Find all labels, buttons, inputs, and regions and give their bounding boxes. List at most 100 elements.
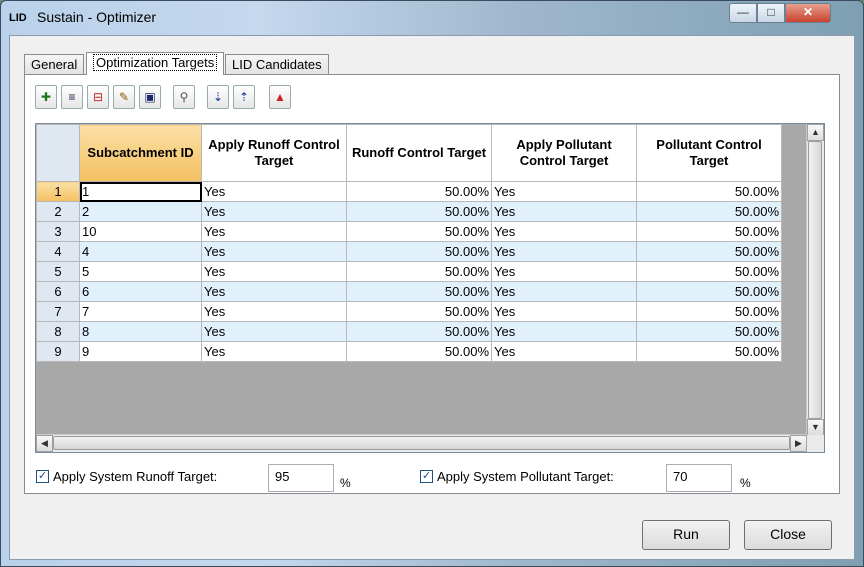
title-bar[interactable]: LID Sustain - Optimizer — □ ✕ bbox=[1, 1, 863, 35]
apply-pollutant-cell[interactable]: Yes bbox=[491, 321, 637, 342]
close-window-button[interactable]: ✕ bbox=[785, 3, 831, 23]
runoff-target-cell[interactable]: 50.00% bbox=[346, 281, 492, 302]
table-row[interactable]: 4 4 Yes 50.00% Yes 50.00% bbox=[36, 241, 782, 262]
apply-pollutant-cell[interactable]: Yes bbox=[491, 201, 637, 222]
table-row[interactable]: 7 7 Yes 50.00% Yes 50.00% bbox=[36, 301, 782, 322]
row-number[interactable]: 7 bbox=[36, 301, 80, 322]
apply-pollutant-cell[interactable]: Yes bbox=[491, 281, 637, 302]
table-row[interactable]: 9 9 Yes 50.00% Yes 50.00% bbox=[36, 341, 782, 362]
pollutant-target-cell[interactable]: 50.00% bbox=[636, 301, 782, 322]
runoff-target-cell[interactable]: 50.00% bbox=[346, 261, 492, 282]
subcatchment-id-cell[interactable]: 8 bbox=[79, 321, 202, 342]
pollutant-target-cell[interactable]: 50.00% bbox=[636, 341, 782, 362]
scroll-left-button[interactable]: ◀ bbox=[36, 435, 53, 452]
col-subcatchment-id[interactable]: Subcatchment ID bbox=[79, 124, 202, 182]
apply-pollutant-cell[interactable]: Yes bbox=[491, 221, 637, 242]
system-runoff-checkbox[interactable]: ✓ bbox=[36, 470, 49, 483]
apply-runoff-cell[interactable]: Yes bbox=[201, 221, 347, 242]
vertical-scrollbar[interactable]: ▲ ▼ bbox=[806, 124, 824, 436]
runoff-target-cell[interactable]: 50.00% bbox=[346, 301, 492, 322]
tab-general[interactable]: General bbox=[24, 54, 85, 74]
maximize-button[interactable]: □ bbox=[757, 3, 785, 23]
pollutant-target-cell[interactable]: 50.00% bbox=[636, 261, 782, 282]
subcatchment-id-cell[interactable]: 6 bbox=[79, 281, 202, 302]
runoff-target-cell[interactable]: 50.00% bbox=[346, 241, 492, 262]
add-row-button[interactable]: ✚ bbox=[35, 85, 57, 109]
apply-runoff-cell[interactable]: Yes bbox=[201, 281, 347, 302]
table-row[interactable]: 6 6 Yes 50.00% Yes 50.00% bbox=[36, 281, 782, 302]
subcatchment-id-cell[interactable]: 4 bbox=[79, 241, 202, 262]
apply-runoff-cell[interactable]: Yes bbox=[201, 261, 347, 282]
apply-runoff-cell[interactable]: Yes bbox=[201, 341, 347, 362]
system-runoff-input[interactable]: 95 bbox=[268, 464, 334, 492]
system-pollutant-input[interactable]: 70 bbox=[666, 464, 732, 492]
subcatchment-id-cell[interactable]: 10 bbox=[79, 221, 202, 242]
table-row[interactable]: 3 10 Yes 50.00% Yes 50.00% bbox=[36, 221, 782, 242]
minimize-button[interactable]: — bbox=[729, 3, 757, 23]
sort-ascending-button[interactable]: ⇣ bbox=[207, 85, 229, 109]
runoff-target-cell[interactable]: 50.00% bbox=[346, 221, 492, 242]
system-pollutant-checkbox[interactable]: ✓ bbox=[420, 470, 433, 483]
row-number[interactable]: 2 bbox=[36, 201, 80, 222]
apply-pollutant-cell[interactable]: Yes bbox=[491, 341, 637, 362]
runoff-target-cell[interactable]: 50.00% bbox=[346, 341, 492, 362]
col-apply-pollutant[interactable]: Apply Pollutant Control Target bbox=[491, 124, 637, 182]
sort-descending-button[interactable]: ⇡ bbox=[233, 85, 255, 109]
pollutant-target-cell[interactable]: 50.00% bbox=[636, 201, 782, 222]
system-runoff-option[interactable]: ✓ Apply System Runoff Target: bbox=[36, 469, 217, 484]
apply-runoff-cell[interactable]: Yes bbox=[201, 201, 347, 222]
horizontal-scrollbar[interactable]: ◀ ▶ bbox=[36, 434, 807, 452]
pollutant-target-cell[interactable]: 50.00% bbox=[636, 281, 782, 302]
search-button[interactable]: ⚲ bbox=[173, 85, 195, 109]
row-number[interactable]: 1 bbox=[36, 181, 80, 202]
pollutant-target-cell[interactable]: 50.00% bbox=[636, 181, 782, 202]
col-pollutant-target[interactable]: Pollutant Control Target bbox=[636, 124, 782, 182]
table-row[interactable]: 2 2 Yes 50.00% Yes 50.00% bbox=[36, 201, 782, 222]
subcatchment-id-cell[interactable]: 2 bbox=[79, 201, 202, 222]
apply-runoff-cell[interactable]: Yes bbox=[201, 241, 347, 262]
close-button[interactable]: Close bbox=[744, 520, 832, 550]
save-button[interactable]: ▣ bbox=[139, 85, 161, 109]
system-pollutant-option[interactable]: ✓ Apply System Pollutant Target: bbox=[420, 469, 614, 484]
table-row[interactable]: 1 1 Yes 50.00% Yes 50.00% bbox=[36, 181, 782, 202]
insert-row-button[interactable]: ≡ bbox=[61, 85, 83, 109]
delete-row-button[interactable]: ⊟ bbox=[87, 85, 109, 109]
subcatchment-id-cell[interactable]: 9 bbox=[79, 341, 202, 362]
subcatchment-id-cell[interactable]: 1 bbox=[79, 181, 202, 202]
select-all-corner[interactable] bbox=[36, 124, 80, 182]
apply-pollutant-cell[interactable]: Yes bbox=[491, 261, 637, 282]
row-number[interactable]: 6 bbox=[36, 281, 80, 302]
scroll-right-button[interactable]: ▶ bbox=[790, 435, 807, 452]
chart-button[interactable]: ▲ bbox=[269, 85, 291, 109]
apply-runoff-cell[interactable]: Yes bbox=[201, 301, 347, 322]
horizontal-scroll-thumb[interactable] bbox=[53, 436, 790, 450]
edit-row-button[interactable]: ✎ bbox=[113, 85, 135, 109]
runoff-target-cell[interactable]: 50.00% bbox=[346, 181, 492, 202]
apply-pollutant-cell[interactable]: Yes bbox=[491, 301, 637, 322]
col-runoff-target[interactable]: Runoff Control Target bbox=[346, 124, 492, 182]
row-number[interactable]: 3 bbox=[36, 221, 80, 242]
subcatchment-id-cell[interactable]: 7 bbox=[79, 301, 202, 322]
subcatchment-id-cell[interactable]: 5 bbox=[79, 261, 202, 282]
apply-pollutant-cell[interactable]: Yes bbox=[491, 181, 637, 202]
apply-runoff-cell[interactable]: Yes bbox=[201, 181, 347, 202]
apply-runoff-cell[interactable]: Yes bbox=[201, 321, 347, 342]
row-number[interactable]: 9 bbox=[36, 341, 80, 362]
scroll-down-button[interactable]: ▼ bbox=[807, 419, 824, 436]
runoff-target-cell[interactable]: 50.00% bbox=[346, 321, 492, 342]
vertical-scroll-thumb[interactable] bbox=[808, 141, 822, 419]
row-number[interactable]: 4 bbox=[36, 241, 80, 262]
col-apply-runoff[interactable]: Apply Runoff Control Target bbox=[201, 124, 347, 182]
apply-pollutant-cell[interactable]: Yes bbox=[491, 241, 637, 262]
runoff-target-cell[interactable]: 50.00% bbox=[346, 201, 492, 222]
row-number[interactable]: 8 bbox=[36, 321, 80, 342]
table-row[interactable]: 8 8 Yes 50.00% Yes 50.00% bbox=[36, 321, 782, 342]
run-button[interactable]: Run bbox=[642, 520, 730, 550]
table-row[interactable]: 5 5 Yes 50.00% Yes 50.00% bbox=[36, 261, 782, 282]
pollutant-target-cell[interactable]: 50.00% bbox=[636, 321, 782, 342]
tab-lid-candidates[interactable]: LID Candidates bbox=[225, 54, 329, 74]
targets-grid[interactable]: Subcatchment ID Apply Runoff Control Tar… bbox=[35, 123, 825, 453]
pollutant-target-cell[interactable]: 50.00% bbox=[636, 241, 782, 262]
row-number[interactable]: 5 bbox=[36, 261, 80, 282]
pollutant-target-cell[interactable]: 50.00% bbox=[636, 221, 782, 242]
